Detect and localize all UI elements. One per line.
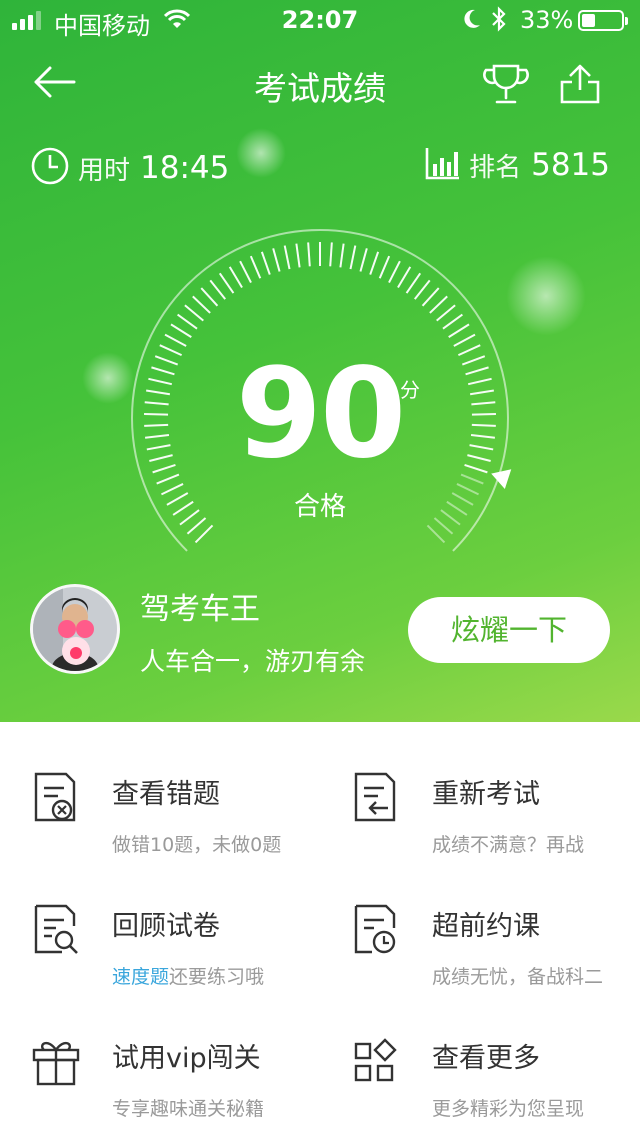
gauge-tick bbox=[465, 366, 489, 376]
gauge-tick bbox=[260, 251, 271, 275]
gauge-tick bbox=[471, 413, 496, 416]
menu-item-desc: 做错10题，未做0题 bbox=[112, 834, 282, 856]
gauge-tick bbox=[469, 389, 494, 396]
menu-item-title: 查看更多 bbox=[432, 1043, 540, 1074]
gauge-tick bbox=[405, 272, 422, 294]
gauge-tick bbox=[329, 242, 333, 267]
gauge-tick bbox=[154, 355, 179, 366]
menu-item-wrong-questions[interactable]: 查看错题 做错10题，未做0题 bbox=[0, 722, 320, 856]
gauge-tick bbox=[448, 323, 470, 338]
gauge-tick bbox=[249, 255, 262, 279]
gauge-tick bbox=[144, 401, 169, 406]
retake-exam-icon bbox=[350, 770, 402, 826]
gauge-tick bbox=[239, 260, 252, 284]
menu-item-title: 重新考试 bbox=[432, 779, 540, 810]
gauge-tick bbox=[146, 444, 171, 451]
menu-item-retake-exam[interactable]: 重新考试 成绩不满意？再战 bbox=[320, 722, 640, 856]
gauge-tick bbox=[159, 344, 183, 357]
gauge-tick bbox=[421, 287, 440, 307]
gauge-tick bbox=[470, 434, 496, 439]
gauge-tick bbox=[152, 464, 176, 474]
more-apps-icon bbox=[350, 1034, 402, 1090]
gauge-tick bbox=[209, 279, 227, 300]
menu-item-desc: 更多精彩为您呈现 bbox=[432, 1098, 585, 1120]
gauge-tick bbox=[170, 323, 192, 338]
menu-item-desc: 速度题还要练习哦 bbox=[112, 962, 264, 989]
gauge-tick bbox=[148, 377, 173, 386]
gauge-tick bbox=[228, 266, 243, 289]
gauge-tick bbox=[339, 243, 345, 268]
gauge-tick bbox=[442, 313, 463, 330]
gauge-tick bbox=[471, 401, 496, 406]
gauge-tick bbox=[388, 260, 401, 284]
gauge-tick bbox=[397, 266, 412, 289]
gauge-tick bbox=[378, 255, 391, 279]
avatar[interactable] bbox=[30, 584, 120, 674]
gauge-tick bbox=[200, 287, 219, 307]
gauge-tick bbox=[436, 304, 456, 322]
book-lesson-icon bbox=[350, 902, 402, 958]
gauge-tick bbox=[467, 377, 492, 386]
menu-item-title: 回顾试卷 bbox=[112, 911, 220, 942]
gauge-tick bbox=[369, 251, 380, 275]
score-unit: 分 bbox=[400, 378, 420, 402]
gauge-tick bbox=[461, 355, 486, 366]
gauge-tick bbox=[218, 272, 235, 294]
gauge-tick bbox=[295, 243, 301, 268]
menu-item-desc: 专享趣味通关秘籍 bbox=[112, 1098, 265, 1120]
pass-status: 合格 bbox=[293, 492, 346, 522]
achievement-title: 驾考车王 bbox=[140, 592, 260, 627]
gauge-tick bbox=[164, 333, 187, 347]
gauge-tick bbox=[471, 423, 496, 427]
gauge-tick bbox=[467, 454, 491, 462]
gauge-tick bbox=[307, 242, 311, 267]
menu-item-title: 查看错题 bbox=[112, 779, 220, 810]
gauge-tick bbox=[457, 344, 481, 357]
gauge-tick bbox=[184, 304, 204, 322]
gauge-tick bbox=[359, 248, 368, 272]
menu-item-review-paper[interactable]: 回顾试卷 速度题还要练习哦 bbox=[0, 854, 320, 989]
gauge-tick bbox=[453, 333, 476, 347]
gauge-tick bbox=[272, 248, 281, 272]
wrong-questions-icon bbox=[30, 770, 82, 826]
menu-item-see-more[interactable]: 查看更多 更多精彩为您呈现 bbox=[320, 986, 640, 1120]
gauge-tick bbox=[469, 444, 494, 451]
menu-item-desc: 成绩不满意？再战 bbox=[432, 834, 585, 856]
gauge-tick bbox=[151, 366, 175, 376]
result-hero: 中国移动 22:07 33% 考试成绩 用时 18:45 排名 5815 90 … bbox=[0, 0, 640, 722]
gauge-tick bbox=[144, 434, 170, 439]
gauge-tick bbox=[177, 313, 198, 330]
gift-icon bbox=[30, 1034, 82, 1090]
score-value: 90 bbox=[235, 342, 407, 486]
gauge-tick bbox=[283, 245, 291, 270]
gauge-tick bbox=[146, 389, 171, 396]
achievement-subtitle: 人车合一，游刃有余 bbox=[140, 647, 366, 676]
menu-item-desc: 成绩无忧，备战科二 bbox=[432, 966, 604, 988]
gauge-tick bbox=[149, 454, 173, 462]
show-off-button[interactable]: 炫耀一下 bbox=[408, 597, 610, 663]
review-paper-icon bbox=[30, 902, 82, 958]
gauge-tick bbox=[194, 524, 214, 544]
desc-rest: 还要练习哦 bbox=[169, 966, 265, 988]
gauge-tick bbox=[156, 473, 180, 485]
gauge-tick bbox=[464, 464, 488, 474]
menu-item-book-lesson[interactable]: 超前约课 成绩无忧，备战科二 bbox=[320, 854, 640, 988]
gauge-tick bbox=[144, 423, 169, 427]
gauge-tick bbox=[426, 524, 446, 544]
gauge-tick bbox=[460, 473, 484, 485]
gauge-tick bbox=[144, 413, 169, 416]
gauge-tick bbox=[349, 245, 357, 270]
gauge-tick bbox=[429, 295, 448, 314]
gauge-tick bbox=[192, 295, 211, 314]
menu-item-vip-trial[interactable]: 试用vip闯关 专享趣味通关秘籍 bbox=[0, 986, 320, 1120]
menu-item-title: 试用vip闯关 bbox=[112, 1043, 261, 1074]
action-menu: 查看错题 做错10题，未做0题 重新考试 成绩不满意？再战 回顾试卷 速度题还要… bbox=[0, 722, 640, 1136]
desc-highlight: 速度题 bbox=[112, 966, 170, 988]
gauge-tick bbox=[413, 279, 431, 300]
menu-item-title: 超前约课 bbox=[432, 911, 540, 942]
